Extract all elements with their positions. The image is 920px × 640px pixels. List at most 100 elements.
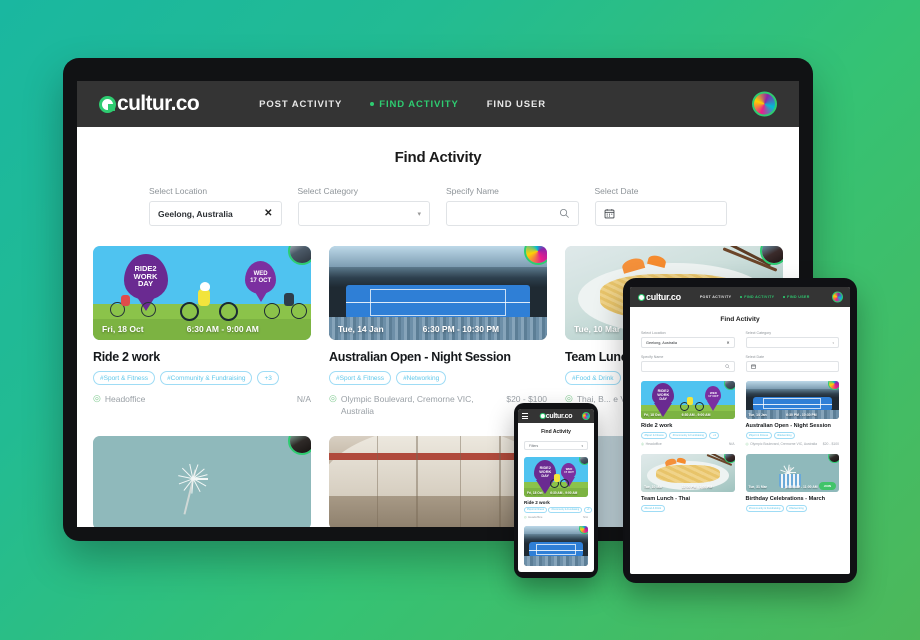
card-date: Tue, 31 Mar — [748, 485, 767, 490]
nav-link-post-activity[interactable]: POST ACTIVITY — [700, 295, 732, 299]
hamburger-menu-icon[interactable] — [522, 413, 528, 419]
location-pin-icon: ◎ — [745, 442, 749, 446]
nav-link-post-activity[interactable]: POST ACTIVITY — [259, 99, 342, 110]
join-button[interactable]: JOIN — [818, 481, 836, 490]
calendar-icon[interactable] — [750, 364, 756, 369]
filters-dropdown[interactable]: Filters ▾ — [524, 441, 588, 450]
brand-name: cultur.co — [545, 412, 573, 420]
poster-pin-small: WED 17 OCT — [705, 386, 722, 404]
avatar[interactable] — [579, 525, 588, 534]
page-title: Find Activity — [720, 316, 760, 323]
card-location: Headoffice — [645, 442, 662, 446]
card-title: Ride 2 work — [93, 350, 160, 364]
card-location: Headoffice — [528, 514, 543, 519]
date-input[interactable] — [745, 361, 839, 372]
activity-card[interactable]: RIDE2 WORK DAY WED 17 OCT Fri, 18 Oct 6:… — [524, 457, 593, 519]
location-value: Geelong, Australia — [158, 208, 233, 219]
activity-card[interactable] — [93, 435, 311, 527]
location-input[interactable]: Geelong, Australia ✕ — [641, 337, 735, 348]
calendar-icon[interactable] — [604, 208, 615, 219]
tag-more[interactable]: +3 — [709, 432, 720, 439]
activity-card[interactable]: Tue, 10 Mar 12:00 PM - 1:00 PM Team Lunc… — [641, 453, 735, 512]
card-location: Headoffice — [104, 394, 146, 404]
tag[interactable]: #Networking — [785, 504, 808, 512]
card-time: 6:30 AM - 9:00 AM — [550, 491, 578, 495]
clear-icon[interactable]: ✕ — [726, 340, 729, 345]
activity-card[interactable]: RIDE2 WORK DAY WED 17 OCT Fri, 18 Oct 6:… — [641, 381, 735, 447]
avatar[interactable] — [828, 381, 839, 390]
tag[interactable]: #Food & Drink — [565, 371, 621, 385]
nav-link-find-activity[interactable]: FIND ACTIVITY — [370, 99, 458, 110]
nav-link-find-user[interactable]: FIND USER — [783, 295, 809, 299]
activity-card[interactable]: Tue, 14 Jan 6:30 PM - 10:30 PM Australia… — [329, 246, 547, 418]
category-select[interactable]: ▾ — [297, 201, 430, 226]
phone-device-frame: cultur.co Find Activity Filters ▾ RIDE2 … — [514, 403, 598, 578]
card-price: $20 - $100 — [822, 442, 839, 446]
activity-card[interactable]: Tue, 14 Jan 6:30 PM - 10:30 PM Australia… — [745, 381, 840, 447]
nav-link-find-activity[interactable]: FIND ACTIVITY — [740, 295, 774, 299]
tag[interactable]: #Networking — [773, 432, 796, 439]
ceiling-rib — [376, 435, 379, 527]
cyclist-body — [121, 295, 131, 307]
tag[interactable]: #Food & Drink — [641, 504, 665, 512]
search-icon — [559, 208, 569, 218]
card-footer: ◎ Headoffice N/A — [93, 393, 311, 405]
card-price: N/A — [582, 514, 588, 519]
tag-more[interactable]: +3 — [257, 371, 279, 385]
tag[interactable]: #Community & Fundraising — [548, 507, 583, 513]
chevron-down-icon: ▾ — [832, 340, 834, 345]
tag[interactable]: #Networking — [396, 371, 447, 385]
card-tags: #Food & Drink — [641, 504, 735, 512]
brand-logo[interactable]: cultur.co — [99, 92, 200, 116]
filter-category: Select Category ▾ — [297, 186, 430, 226]
avatar-photo — [290, 435, 311, 453]
avatar[interactable] — [832, 291, 843, 303]
desktop-navbar: cultur.co POST ACTIVITY FIND ACTIVITY FI… — [77, 81, 799, 127]
phone-navbar: cultur.co — [518, 409, 594, 423]
card-image: RIDE2 WORK DAY WED 17 OCT Fri, 18 Oct 6:… — [524, 457, 588, 497]
tennis-court — [346, 285, 530, 320]
name-search-input[interactable] — [446, 201, 579, 226]
tag[interactable]: #Sport & Fitness — [745, 432, 772, 439]
activity-card[interactable]: RIDE2 WORK DAY WED 17 OCT Fri, 18 Oct 6:… — [93, 246, 311, 418]
nav-link-find-user[interactable]: FIND USER — [487, 99, 546, 110]
poster-line-3: DAY — [541, 473, 550, 478]
avatar[interactable] — [579, 457, 588, 465]
tag[interactable]: #Sport & Fitness — [524, 507, 547, 513]
tag[interactable]: #Sport & Fitness — [641, 432, 668, 439]
brand-logo[interactable]: cultur.co — [539, 412, 573, 420]
avatar[interactable] — [582, 412, 590, 420]
name-search-input[interactable] — [641, 361, 735, 372]
nav-label: FIND ACTIVITY — [744, 295, 775, 299]
tag-more[interactable]: +3 — [583, 507, 593, 513]
card-date: Fri, 18 Oct — [644, 412, 661, 417]
tag[interactable]: #Community & Fundraising — [160, 371, 253, 385]
activity-card[interactable] — [524, 525, 588, 566]
brand-logo[interactable]: cultur.co — [638, 292, 681, 302]
tag[interactable]: #Sport & Fitness — [93, 371, 156, 385]
location-input[interactable]: Geelong, Australia ✕ — [149, 201, 282, 226]
tag[interactable]: #Community & Fundraising — [669, 432, 708, 439]
card-time: 6:30 AM - 9:00 AM — [186, 324, 259, 334]
card-image-meta: Tue, 14 Jan 6:30 PM - 10:30 PM — [746, 410, 840, 419]
card-time: 6:30 AM - 9:00 AM — [681, 412, 711, 417]
activity-card[interactable]: JOIN Tue, 31 Mar 10:30 AM - 11:00 AM Bir… — [745, 453, 839, 512]
filter-label: Select Category — [297, 186, 358, 196]
tablet-device-frame: cultur.co POST ACTIVITY FIND ACTIVITY FI… — [623, 278, 857, 583]
avatar[interactable] — [752, 91, 777, 117]
card-footer: ◎ Headoffice N/A — [641, 442, 735, 447]
clear-icon[interactable]: ✕ — [264, 208, 272, 219]
filter-label: Specify Name — [446, 186, 499, 196]
card-image-meta: Tue, 10 Mar 12:00 PM - 1:00 PM — [641, 483, 735, 492]
logo-circle-icon — [539, 413, 546, 419]
avatar[interactable] — [828, 453, 839, 463]
brand-name: cultur.co — [646, 292, 681, 302]
chevron-down-icon: ▾ — [417, 210, 421, 218]
category-select[interactable]: ▾ — [745, 337, 839, 348]
date-input[interactable] — [594, 201, 727, 226]
tag[interactable]: #Sport & Fitness — [329, 371, 392, 385]
filter-name: Specify Name — [446, 186, 579, 226]
card-image-meta: Tue, 14 Jan 6:30 PM - 10:30 PM — [329, 318, 547, 340]
tag[interactable]: #Community & Fundraising — [745, 504, 784, 512]
card-time: 6:30 PM - 10:30 PM — [422, 324, 500, 334]
